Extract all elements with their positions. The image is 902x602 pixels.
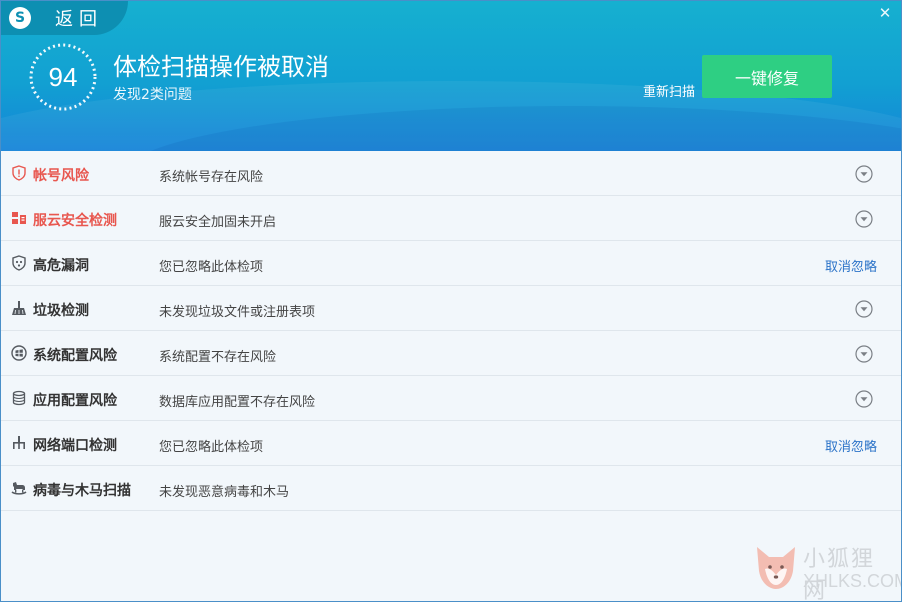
chevron-down-icon[interactable] <box>855 300 873 318</box>
cancel-ignore-link[interactable]: 取消忽略 <box>825 436 877 455</box>
check-item-desc: 您已忽略此体检项 <box>159 440 264 455</box>
check-item-name: 应用配置风险 <box>33 393 117 409</box>
shield-alert-icon <box>12 165 26 181</box>
scan-window: S 返回 ✕ 94 体检扫描操作被取消 发现2类问题 重新扫描 一键修复 帐号风… <box>0 0 902 602</box>
check-item-cloud-security[interactable]: 服云安全检测 服云安全加固未开启 <box>1 196 901 241</box>
check-item-name: 系统配置风险 <box>33 348 117 364</box>
chevron-down-icon[interactable] <box>855 345 873 363</box>
check-item-name: 高危漏洞 <box>33 258 89 274</box>
fox-logo-icon <box>757 547 795 589</box>
rescan-link[interactable]: 重新扫描 <box>643 81 695 100</box>
database-icon <box>12 390 26 406</box>
app-logo-icon: S <box>9 7 31 29</box>
check-item-desc: 系统帐号存在风险 <box>159 170 264 185</box>
result-header: S 返回 ✕ 94 体检扫描操作被取消 发现2类问题 重新扫描 一键修复 <box>1 1 901 151</box>
trojan-horse-icon <box>11 482 27 495</box>
score-dial: 94 <box>28 42 98 112</box>
check-item-high-risk-vulnerability[interactable]: 高危漏洞 您已忽略此体检项 取消忽略 <box>1 241 901 286</box>
check-item-name: 服云安全检测 <box>33 213 117 229</box>
page-title: 体检扫描操作被取消 <box>113 53 329 81</box>
check-item-junk[interactable]: 垃圾检测 未发现垃圾文件或注册表项 <box>1 286 901 331</box>
vulnerability-icon <box>12 255 26 271</box>
windows-icon <box>11 345 27 361</box>
network-port-icon <box>13 436 25 449</box>
check-item-name: 网络端口检测 <box>33 438 117 454</box>
cancel-ignore-link[interactable]: 取消忽略 <box>825 256 877 275</box>
check-item-name: 帐号风险 <box>33 168 89 184</box>
chevron-down-icon[interactable] <box>855 390 873 408</box>
check-item-desc: 您已忽略此体检项 <box>159 260 264 275</box>
issue-summary: 发现2类问题 <box>113 87 192 103</box>
back-label: 返回 <box>55 9 103 30</box>
chevron-down-icon[interactable] <box>855 210 873 228</box>
cloud-security-icon <box>12 212 26 224</box>
check-item-virus-trojan[interactable]: 病毒与木马扫描 未发现恶意病毒和木马 <box>1 466 901 511</box>
one-click-fix-button[interactable]: 一键修复 <box>702 55 832 98</box>
back-button[interactable]: S 返回 <box>1 1 128 35</box>
check-item-network-port[interactable]: 网络端口检测 您已忽略此体检项 取消忽略 <box>1 421 901 466</box>
check-item-desc: 服云安全加固未开启 <box>159 215 277 230</box>
site-watermark: 小狐狸网 XHLKS.COM <box>753 539 901 601</box>
check-item-desc: 未发现恶意病毒和木马 <box>159 485 290 500</box>
check-item-app-config[interactable]: 应用配置风险 数据库应用配置不存在风险 <box>1 376 901 421</box>
check-item-desc: 系统配置不存在风险 <box>159 350 277 365</box>
broom-icon <box>12 301 26 315</box>
check-item-name: 垃圾检测 <box>33 303 89 319</box>
check-item-desc: 未发现垃圾文件或注册表项 <box>159 305 316 320</box>
watermark-domain: XHLKS.COM <box>803 571 902 591</box>
check-item-system-config[interactable]: 系统配置风险 系统配置不存在风险 <box>1 331 901 376</box>
close-icon[interactable]: ✕ <box>877 5 893 21</box>
check-item-list: 帐号风险 系统帐号存在风险 服云安全检测 服云安全加固未开启 高危漏洞 您已忽略… <box>1 151 901 511</box>
health-score: 94 <box>48 62 78 92</box>
check-item-name: 病毒与木马扫描 <box>33 483 131 499</box>
chevron-down-icon[interactable] <box>855 165 873 183</box>
check-item-account-risk[interactable]: 帐号风险 系统帐号存在风险 <box>1 151 901 196</box>
check-item-desc: 数据库应用配置不存在风险 <box>159 395 316 410</box>
